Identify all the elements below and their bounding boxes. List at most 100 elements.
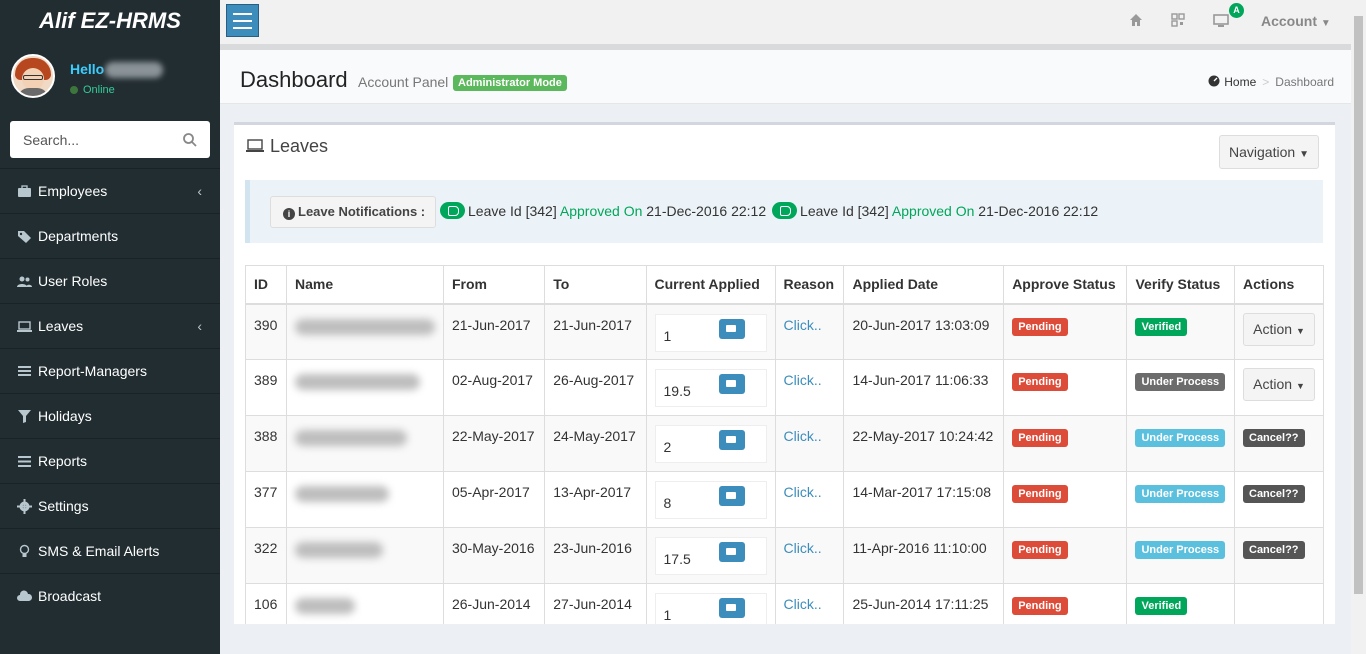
applied-days-field[interactable]: 2 [654,425,767,463]
search-box [10,121,210,158]
cancel-button[interactable]: Cancel?? [1243,429,1305,447]
action-dropdown-button[interactable]: Action ▼ [1243,312,1315,346]
chevron-left-icon: ‹ [197,318,202,334]
sidebar-item-report-managers[interactable]: Report-Managers [0,348,220,393]
cancel-button[interactable]: Cancel?? [1243,485,1305,503]
scrollbar-thumb[interactable] [1354,16,1363,594]
reason-link[interactable]: Click.. [784,372,822,388]
applied-days-field[interactable]: 8 [654,481,767,519]
cell-to: 13-Apr-2017 [544,471,647,528]
cell-id: 322 [245,527,287,584]
sidebar-item-user-roles[interactable]: User Roles [0,258,220,303]
cell-from: 22-May-2017 [442,415,546,472]
column-header-approve-status[interactable]: Approve Status [1003,265,1128,305]
briefcase-icon[interactable] [718,598,745,618]
sidebar-item-employees[interactable]: Employees ‹ [0,168,220,213]
search-input[interactable] [10,121,170,158]
column-header-reason[interactable]: Reason [774,265,845,305]
reason-link[interactable]: Click.. [784,428,822,444]
search-icon[interactable] [182,132,198,148]
cell-id: 377 [245,471,287,528]
briefcase-icon[interactable] [718,542,745,562]
sidebar-item-leaves[interactable]: Leaves ‹ [0,303,220,348]
cell-reason: Click.. [774,359,845,416]
home-icon[interactable] [1128,12,1144,28]
cell-actions: Action ▼ [1234,359,1324,416]
table-header-row: ID Name From To Current Applied Reason A… [245,265,1324,305]
table-body: 390 21-Jun-2017 21-Jun-2017 1 Click.. 20-Jun-… [245,303,1324,624]
cancel-button[interactable]: Cancel?? [1243,541,1305,559]
sidebar-item-departments[interactable]: Departments [0,213,220,258]
notification-leave-id[interactable]: Leave Id [342] [468,203,557,219]
account-dropdown[interactable]: Account ▼ [1261,13,1331,29]
cell-name [285,471,444,528]
briefcase-icon[interactable] [718,318,745,339]
box-title: Leaves [246,136,328,157]
column-header-current-applied[interactable]: Current Applied [645,265,776,305]
applied-days-value: 17.5 [663,551,691,567]
column-header-verify-status[interactable]: Verify Status [1126,265,1235,305]
sidebar-item-reports[interactable]: Reports [0,438,220,483]
caret-down-icon: ▼ [1295,381,1305,391]
sidebar-toggle-button[interactable] [226,4,259,37]
approve-status-badge: Pending [1012,541,1068,559]
cell-current-applied: 19.5 [645,359,776,416]
cell-approve-status: Pending [1003,415,1128,472]
column-header-actions: Actions [1234,265,1324,305]
applied-days-field[interactable]: 17.5 [654,537,767,575]
filter-icon [18,410,31,423]
sidebar-item-label: Broadcast [38,588,102,604]
leave-notifications-button[interactable]: i Leave Notifications : [270,196,436,228]
greeting-text: Hello [70,61,105,77]
applied-days-field[interactable]: 1 [654,313,767,352]
leaves-box: Leaves Navigation ▼ i Leave Notifications… [234,122,1335,624]
blurred-employee-name [294,542,383,558]
action-dropdown-button[interactable]: Action ▼ [1243,368,1315,401]
thumbs-up-icon [440,202,465,219]
column-header-name[interactable]: Name [285,265,444,305]
column-header-applied-date[interactable]: Applied Date [843,265,1005,305]
notification-status: Approved On [559,203,643,219]
sidebar-item-broadcast[interactable]: Broadcast [0,573,220,618]
online-dot-icon [70,86,78,95]
cell-reason: Click.. [774,471,845,528]
column-header-to[interactable]: To [544,265,647,305]
applied-days-field[interactable]: 1 [654,593,767,624]
cell-applied-date: 14-Jun-2017 11:06:33 [843,359,1005,416]
monitor-icon[interactable] [1213,13,1229,29]
cell-from: 21-Jun-2017 [442,303,546,360]
verify-status-badge: Verified [1135,597,1188,615]
verify-status-badge: Under Process [1135,541,1226,559]
reason-link[interactable]: Click.. [784,540,822,556]
qrcode-icon[interactable] [1170,12,1186,28]
reason-link[interactable]: Click.. [784,484,822,500]
lines-icon [18,456,31,467]
briefcase-icon[interactable] [718,374,745,394]
sidebar-item-settings[interactable]: Settings [0,483,220,528]
reason-link[interactable]: Click.. [784,596,822,612]
thumbs-up-icon [772,202,798,219]
briefcase-icon[interactable] [718,430,745,450]
reason-link[interactable]: Click.. [784,317,822,333]
applied-days-field[interactable]: 19.5 [654,369,767,407]
sidebar-item-label: Leaves [38,318,84,334]
cell-approve-status: Pending [1003,303,1128,360]
sidebar-item-holidays[interactable]: Holidays [0,393,220,438]
briefcase-icon[interactable] [718,486,745,506]
cell-current-applied: 1 [645,583,776,624]
sidebar-item-label: Holidays [38,408,92,424]
notification-leave-id[interactable]: Leave Id [342] [800,203,889,219]
leaves-title: Leaves [270,136,329,156]
navigation-button[interactable]: Navigation ▼ [1219,135,1319,169]
applied-days-value: 1 [663,607,672,623]
column-header-from[interactable]: From [442,265,546,305]
notification-badge[interactable]: A [1229,3,1244,18]
app-logo[interactable]: Alif EZ-HRMS [0,0,220,44]
breadcrumb-home[interactable]: Home [1224,75,1256,89]
sidebar-item-sms-email-alerts[interactable]: SMS & Email Alerts [0,528,220,573]
cell-current-applied: 2 [645,415,776,472]
column-header-id[interactable]: ID [245,265,287,305]
dashboard-icon [1208,75,1220,87]
verify-status-badge: Verified [1135,317,1188,336]
gear-icon [17,499,32,514]
